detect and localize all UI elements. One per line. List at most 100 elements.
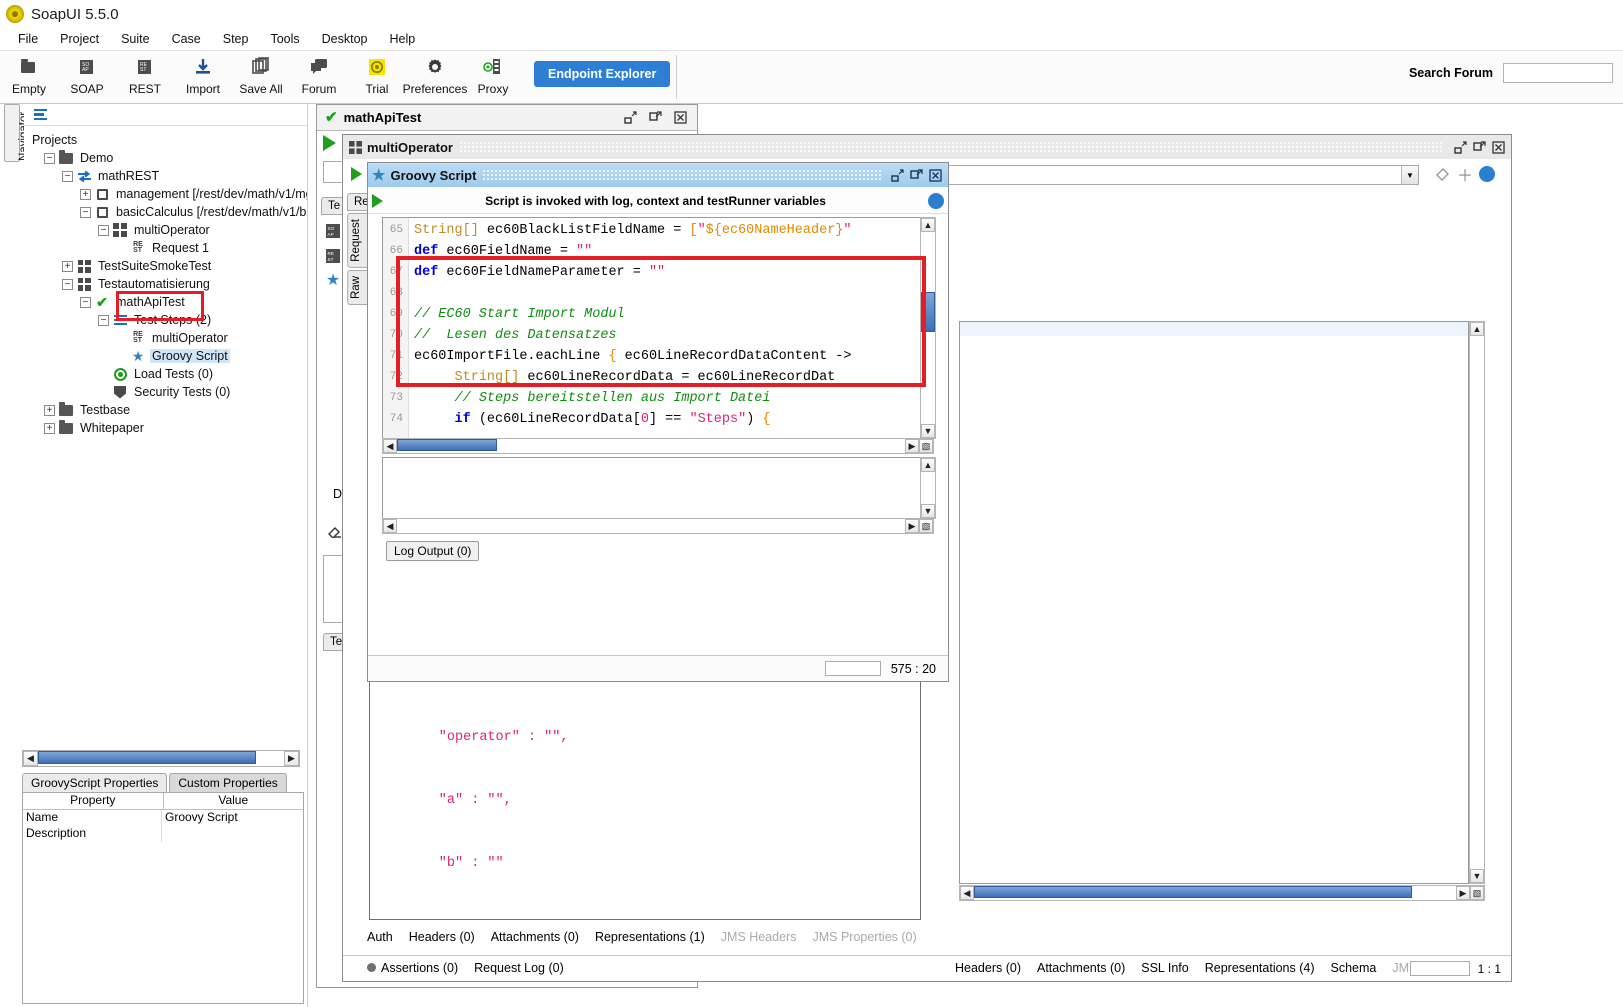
scroll-track[interactable] [38,751,284,766]
scroll-left-icon[interactable]: ◀ [383,439,397,453]
code-text[interactable]: String[] ec60BlackListFieldName = ["${ec… [409,218,933,452]
project-tree[interactable]: Projects − Demo − mathREST + management [24,127,307,745]
tab-groovyscript-properties[interactable]: GroovyScript Properties [22,773,168,792]
expander-plus-icon[interactable]: + [62,260,73,272]
help-icon[interactable] [1479,166,1495,182]
minimize-icon[interactable] [889,168,906,183]
toolbar-soap-button[interactable]: SO AP SOAP [58,51,116,103]
tree-item-mathapitest[interactable]: − ✔ mathApiTest [30,293,307,311]
scroll-track[interactable] [397,439,905,453]
minimize-icon[interactable] [622,110,639,125]
run-icon[interactable] [351,167,362,181]
expander-minus-icon[interactable]: − [98,314,109,326]
toolbar-import-button[interactable]: Import [174,51,232,103]
scroll-right-icon[interactable]: ▶ [284,751,299,766]
tree-item-testautomatisierung[interactable]: − Testautomatisierung [30,275,307,293]
menu-help[interactable]: Help [380,30,426,48]
maximize-icon[interactable] [647,110,664,125]
close-icon[interactable] [927,168,944,183]
toolbar-rest-button[interactable]: RE ST REST [116,51,174,103]
tree-item-multioperator-method[interactable]: − multiOperator [30,221,307,239]
run-icon[interactable] [323,135,336,151]
tree-item-basiccalculus[interactable]: − basicCalculus [/rest/dev/math/v1/basic [30,203,307,221]
scroll-thumb[interactable] [921,292,935,332]
tree-item-load-tests[interactable]: Load Tests (0) [30,365,307,383]
tree-item-management[interactable]: + management [/rest/dev/math/v1/mgmt [30,185,307,203]
add-icon[interactable]: ＋ [1457,166,1473,185]
response-viewer[interactable] [959,321,1469,884]
delete-icon[interactable] [327,523,343,538]
tree-item-mathrest[interactable]: − mathREST [30,167,307,185]
request-body-editor[interactable]: "operator" : "", "a" : "", "b" : "" } [369,680,921,920]
code-hscrollbar[interactable]: ◀ ▶ ▧ [382,438,934,454]
scroll-corner-icon[interactable]: ▧ [1470,886,1484,900]
expander-plus-icon[interactable]: + [44,404,55,416]
scroll-down-icon[interactable]: ▼ [921,504,935,518]
scroll-down-icon[interactable]: ▼ [1470,869,1484,883]
tab-headers[interactable]: Headers (0) [409,930,475,944]
tree-item-step-groovy-script[interactable]: ★ Groovy Script [30,347,307,365]
expander-minus-icon[interactable]: − [62,278,73,290]
scroll-track[interactable] [921,232,935,424]
scroll-thumb[interactable] [38,751,256,764]
toolbar-preferences-button[interactable]: Preferences [403,51,467,103]
tree-item-testsuitesmoketest[interactable]: + TestSuiteSmokeTest [30,257,307,275]
tree-item-whitepaper[interactable]: + Whitepaper [30,419,307,437]
chevron-down-icon[interactable]: ▼ [1401,166,1418,184]
expander-plus-icon[interactable]: + [44,422,55,434]
tab-representations[interactable]: Representations (1) [595,930,705,944]
close-icon[interactable] [1490,140,1507,155]
tree-item-request-1[interactable]: RE ST Request 1 [30,239,307,257]
scroll-up-icon[interactable]: ▲ [1470,322,1484,336]
scroll-thumb[interactable] [974,886,1412,898]
endpoint-explorer-button[interactable]: Endpoint Explorer [534,61,671,87]
tree-item-test-steps[interactable]: − Test Steps (2) [30,311,307,329]
log-output-button[interactable]: Log Output (0) [386,541,480,561]
menu-project[interactable]: Project [50,30,109,48]
tree-root[interactable]: Projects [30,131,307,149]
tab-attachments[interactable]: Attachments (0) [491,930,579,944]
tab-custom-properties[interactable]: Custom Properties [169,773,287,792]
scroll-left-icon[interactable]: ◀ [960,886,974,900]
toolbar-proxy-button[interactable]: Proxy [464,51,522,103]
navigator-tab[interactable]: Navigator [4,104,30,162]
scroll-corner-icon[interactable]: ▧ [919,519,933,533]
groovy-star-icon[interactable]: ★ [325,273,341,289]
tree-item-step-multioperator[interactable]: RE ST multiOperator [30,329,307,347]
toolbar-empty-button[interactable]: Empty [0,51,58,103]
scroll-left-icon[interactable]: ◀ [383,519,397,533]
toolbar-trial-button[interactable]: Trial [348,51,406,103]
scroll-track[interactable] [921,472,935,504]
toolbar-forum-button[interactable]: Forum [290,51,348,103]
log-hscrollbar[interactable]: ◀ ▶ ▧ [382,518,934,534]
table-row[interactable]: Name Groovy Script [23,810,303,826]
scroll-up-icon[interactable]: ▲ [921,458,935,472]
expander-minus-icon[interactable]: − [62,170,73,182]
navigator-hscrollbar[interactable]: ◀ ▶ [22,750,300,767]
property-value-cell[interactable] [162,826,303,842]
endpoint-combo[interactable]: ▼ [931,165,1419,185]
scroll-right-icon[interactable]: ▶ [905,439,919,453]
scroll-track[interactable] [1470,336,1484,869]
table-row[interactable]: Description [23,826,303,842]
expander-minus-icon[interactable]: − [44,152,55,164]
toolbar-save-all-button[interactable]: Save All [232,51,290,103]
menu-tools[interactable]: Tools [260,30,309,48]
scroll-right-icon[interactable]: ▶ [905,519,919,533]
scroll-corner-icon[interactable]: ▧ [919,439,933,453]
maximize-icon[interactable] [1471,140,1488,155]
property-value-cell[interactable]: Groovy Script [162,810,303,826]
menu-file[interactable]: File [8,30,48,48]
menu-case[interactable]: Case [162,30,211,48]
help-icon[interactable] [928,192,944,209]
scroll-thumb[interactable] [397,439,497,451]
groovy-code-editor[interactable]: 65 66 67 68 69 70 71 72 73 74 String[] e… [382,217,934,453]
scroll-down-icon[interactable]: ▼ [921,424,935,438]
maximize-icon[interactable] [908,168,925,183]
menu-step[interactable]: Step [213,30,259,48]
response-hscrollbar[interactable]: ◀ ▶ ▧ [959,885,1485,901]
expander-minus-icon[interactable]: − [98,224,109,236]
scroll-track[interactable] [974,886,1456,900]
search-forum-input[interactable] [1503,63,1613,83]
tree-item-demo[interactable]: − Demo [30,149,307,167]
